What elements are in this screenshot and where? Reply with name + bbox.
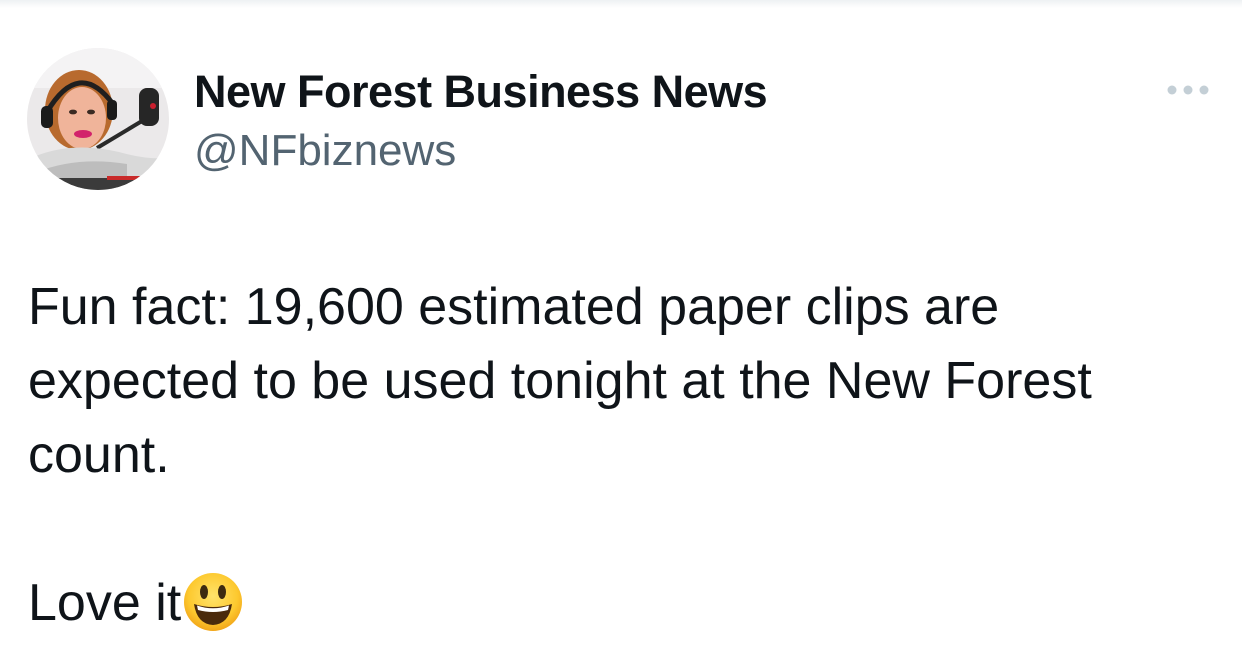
tweet-paragraph: Fun fact: 19,600 estimated paper clips a…: [28, 278, 1092, 484]
author-avatar[interactable]: [27, 48, 169, 190]
more-horizontal-icon: [1167, 85, 1209, 95]
tweet-paragraph-love: Love it: [28, 566, 1218, 640]
author-handle[interactable]: @NFbiznews: [194, 126, 456, 176]
tweet-text: Fun fact: 19,600 estimated paper clips a…: [28, 270, 1218, 640]
author-display-name[interactable]: New Forest Business News: [194, 66, 768, 118]
grinning-face-icon: [181, 570, 245, 634]
more-options-button[interactable]: [1162, 76, 1214, 104]
top-divider: [0, 0, 1242, 8]
tweet-card: New Forest Business News @NFbiznews Fun …: [0, 0, 1242, 670]
avatar-photo-icon: [27, 48, 169, 190]
tweet-paragraph: Love it: [28, 574, 182, 632]
